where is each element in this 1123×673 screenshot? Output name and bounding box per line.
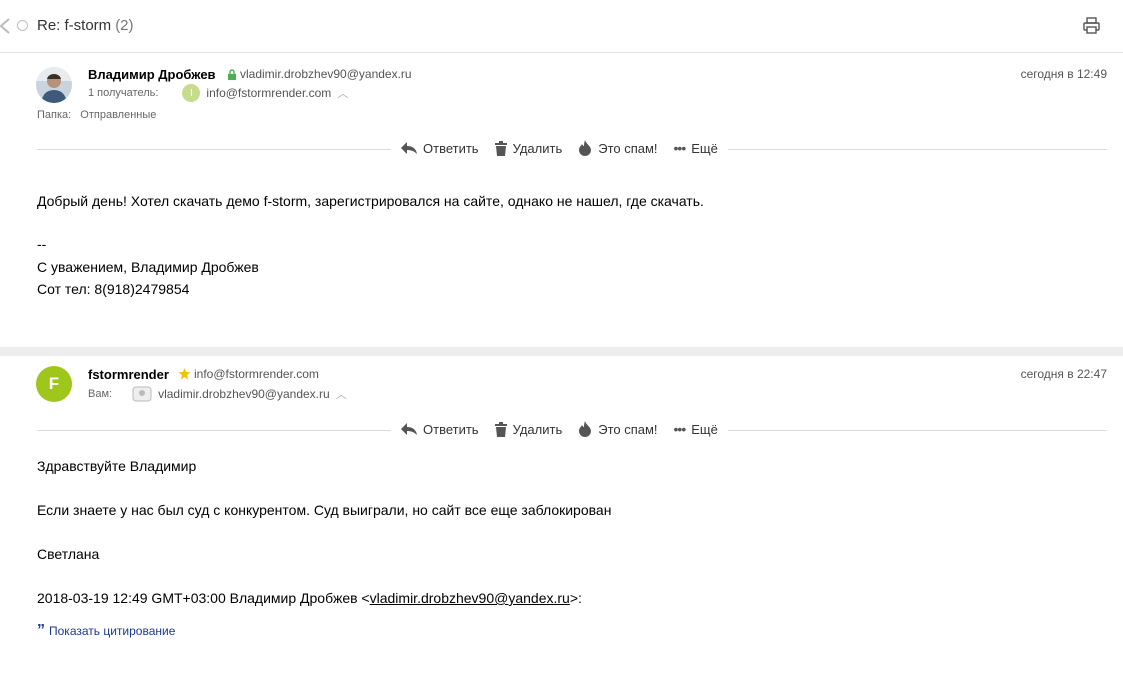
spam-button[interactable]: Это спам! (578, 421, 658, 437)
recipient-avatar: I (182, 84, 201, 102)
print-icon[interactable] (1083, 17, 1100, 34)
avatar[interactable] (36, 67, 72, 103)
sender-name[interactable]: Владимир Дробжев (88, 67, 216, 82)
reply-label: Ответить (423, 421, 479, 437)
more-button[interactable]: ••• Ещё (674, 140, 718, 156)
message-date: сегодня в 22:47 (1020, 367, 1107, 381)
more-dots-icon: ••• (673, 421, 687, 437)
folder-row: Папка: Отправленные (37, 109, 156, 121)
delete-button[interactable]: Удалить (494, 421, 563, 437)
sender-name[interactable]: fstormrender (88, 367, 169, 382)
body-signature: Светлана (37, 546, 100, 562)
message-1: Владимир Дробжев vladimir.drobzhev90@yan… (0, 53, 1123, 347)
more-label: Ещё (691, 421, 718, 437)
folder-label: Папка: (37, 109, 72, 121)
recipients-label: Вам: (88, 388, 113, 400)
spam-button[interactable]: Это спам! (578, 140, 658, 156)
recipient-email[interactable]: info@fstormrender.com (206, 86, 331, 100)
message-separator (0, 347, 1123, 356)
message-toolbar: Ответить Удалить Это спам! ••• Ещё (391, 137, 728, 159)
quote-header-prefix: 2018-03-19 12:49 GMT+03:00 Владимир Дроб… (37, 590, 370, 606)
signature-name: С уважением, Владимир Дробжев (37, 259, 259, 275)
reply-label: Ответить (423, 140, 479, 156)
user-photo-icon (36, 67, 72, 103)
avatar[interactable]: F (36, 366, 72, 402)
reply-icon (401, 142, 417, 154)
more-dots-icon: ••• (673, 140, 687, 156)
chevron-up-icon[interactable]: ︿ (336, 386, 347, 402)
reply-button[interactable]: Ответить (401, 141, 479, 156)
signature-dashes: -- (37, 236, 47, 252)
message-toolbar: Ответить Удалить Это спам! ••• Ещё (391, 418, 728, 440)
quote-header: 2018-03-19 12:49 GMT+03:00 Владимир Дроб… (37, 590, 582, 606)
show-quote-label: Показать цитирование (49, 624, 176, 638)
body-greeting: Здравствуйте Владимир (37, 458, 197, 474)
reply-button[interactable]: Ответить (401, 422, 479, 437)
recipient-email[interactable]: vladimir.drobzhev90@yandex.ru (158, 387, 330, 401)
delete-label: Удалить (512, 421, 563, 437)
quote-header-suffix: >: (569, 590, 582, 606)
folder-value[interactable]: Отправленные (80, 109, 156, 121)
more-button[interactable]: ••• Ещё (674, 421, 718, 437)
lock-icon (228, 68, 236, 80)
message-count: (2) (115, 17, 134, 34)
trash-icon (494, 421, 507, 437)
body-line: Если знаете у нас был суд с конкурентом.… (37, 502, 612, 518)
quote-email-link[interactable]: vladimir.drobzhev90@yandex.ru (370, 590, 570, 606)
trash-icon (494, 140, 507, 156)
message-date: сегодня в 12:49 (1020, 67, 1107, 81)
signature-phone: Сот тел: 8(918)2479854 (37, 281, 190, 297)
recipients-row: 1 получатель: I info@fstormrender.com ︿ (88, 84, 348, 102)
spam-label: Это спам! (598, 421, 658, 437)
delete-button[interactable]: Удалить (494, 140, 563, 156)
delete-label: Удалить (512, 140, 563, 156)
chevron-up-icon[interactable]: ︿ (337, 85, 348, 101)
thread-subject: Re: f-storm (2) (37, 17, 134, 34)
sender-email-block: vladimir.drobzhev90@yandex.ru (227, 67, 412, 81)
show-quote-link[interactable]: ” Показать цитирование (37, 622, 176, 639)
thread-header: Re: f-storm (2) (0, 0, 1123, 53)
body-line: Добрый день! Хотел скачать демо f-storm,… (37, 193, 704, 209)
spam-label: Это спам! (598, 140, 658, 156)
sender-email-block: info@fstormrender.com (178, 367, 319, 381)
verified-star-icon (178, 368, 191, 380)
recipients-label: 1 получатель: (88, 87, 159, 99)
sender-email[interactable]: vladimir.drobzhev90@yandex.ru (240, 67, 412, 81)
recipients-row: Вам: vladimir.drobzhev90@yandex.ru ︿ (88, 386, 347, 402)
select-thread-radio[interactable] (17, 20, 28, 31)
user-avatar-icon (132, 386, 152, 402)
more-label: Ещё (691, 140, 718, 156)
fire-icon (579, 421, 592, 437)
reply-icon (401, 423, 417, 435)
subject-text: Re: f-storm (37, 17, 112, 34)
back-arrow-icon[interactable] (0, 18, 10, 34)
message-2: F fstormrender info@fstormrender.com сег… (0, 356, 1123, 673)
sender-email[interactable]: info@fstormrender.com (194, 367, 319, 381)
fire-icon (579, 140, 592, 156)
quote-icon: ” (37, 622, 45, 639)
